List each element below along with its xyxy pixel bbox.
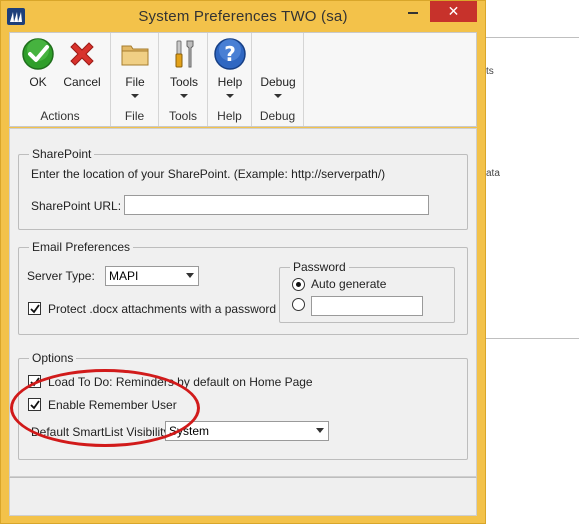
enable-remember-user-checkbox[interactable] bbox=[28, 398, 41, 411]
auto-generate-label: Auto generate bbox=[311, 277, 387, 291]
svg-text:?: ? bbox=[224, 42, 236, 66]
background-divider bbox=[485, 37, 579, 38]
server-type-select[interactable]: MAPI bbox=[105, 266, 199, 286]
server-type-label: Server Type: bbox=[27, 269, 95, 283]
ribbon-group-actions: OK Cancel Actions bbox=[10, 33, 111, 126]
debug-menu-button[interactable]: Debug bbox=[256, 37, 300, 98]
minimize-button[interactable] bbox=[399, 1, 427, 22]
load-todo-label: Load To Do: Reminders by default on Home… bbox=[48, 375, 313, 389]
tools-menu-button[interactable]: Tools bbox=[164, 37, 204, 98]
ribbon-group-label: File bbox=[124, 109, 145, 123]
options-legend: Options bbox=[29, 351, 77, 365]
email-preferences-legend: Email Preferences bbox=[29, 240, 134, 254]
debug-label: Debug bbox=[260, 75, 296, 89]
password-group: Password Auto generate bbox=[279, 260, 455, 323]
debug-icon bbox=[261, 37, 295, 71]
ok-check-icon bbox=[21, 37, 55, 71]
sharepoint-url-label: SharePoint URL: bbox=[31, 199, 122, 213]
background-text: ata bbox=[486, 168, 500, 179]
ok-label: OK bbox=[29, 75, 47, 89]
custom-password-input[interactable] bbox=[311, 296, 423, 316]
chevron-down-icon bbox=[186, 273, 194, 278]
file-menu-button[interactable]: File bbox=[116, 37, 154, 98]
preferences-content: SharePoint Enter the location of your Sh… bbox=[9, 128, 477, 477]
ribbon-group-debug: Debug Debug bbox=[252, 33, 304, 126]
smartlist-visibility-label: Default SmartList Visibility: bbox=[31, 425, 173, 439]
protect-docx-checkbox[interactable] bbox=[28, 302, 41, 315]
background-divider bbox=[485, 338, 579, 339]
help-icon: ? bbox=[213, 37, 247, 71]
ok-button[interactable]: OK bbox=[18, 37, 58, 89]
smartlist-visibility-value: System bbox=[169, 424, 210, 438]
sharepoint-group: SharePoint Enter the location of your Sh… bbox=[18, 147, 468, 230]
smartlist-visibility-select[interactable]: System bbox=[165, 421, 329, 441]
cancel-button[interactable]: Cancel bbox=[60, 37, 104, 89]
chevron-down-icon bbox=[274, 94, 282, 98]
ribbon-toolbar: OK Cancel Actions File File Tools Tools … bbox=[9, 32, 477, 127]
sharepoint-legend: SharePoint bbox=[29, 147, 95, 161]
checkmark-icon bbox=[30, 377, 40, 387]
load-todo-checkbox[interactable] bbox=[28, 375, 41, 388]
window-footer bbox=[9, 477, 477, 516]
ribbon-group-label: Tools bbox=[168, 109, 197, 123]
protect-docx-label: Protect .docx attachments with a passwor… bbox=[48, 302, 277, 316]
auto-generate-radio[interactable] bbox=[292, 278, 305, 291]
tools-label: Tools bbox=[169, 75, 198, 89]
checkmark-icon bbox=[30, 304, 40, 314]
tools-icon bbox=[167, 37, 201, 71]
chevron-down-icon bbox=[131, 94, 139, 98]
ribbon-group-file: File File bbox=[111, 33, 159, 126]
checkmark-icon bbox=[30, 400, 40, 410]
background-text: ts bbox=[486, 66, 494, 77]
chevron-down-icon bbox=[316, 428, 324, 433]
sharepoint-url-input[interactable] bbox=[124, 195, 429, 215]
enable-remember-user-label: Enable Remember User bbox=[48, 398, 177, 412]
options-group: Options Load To Do: Reminders by default… bbox=[18, 351, 468, 460]
server-type-value: MAPI bbox=[109, 269, 139, 283]
ribbon-group-tools: Tools Tools bbox=[159, 33, 208, 126]
ribbon-group-help: ? Help Help bbox=[208, 33, 252, 126]
password-legend: Password bbox=[290, 260, 349, 274]
background-window bbox=[485, 0, 579, 524]
help-menu-button[interactable]: ? Help bbox=[211, 37, 249, 98]
custom-password-radio[interactable] bbox=[292, 298, 305, 311]
chevron-down-icon bbox=[226, 94, 234, 98]
ribbon-group-label: Debug bbox=[259, 109, 296, 123]
ribbon-group-label: Actions bbox=[40, 109, 80, 123]
sharepoint-instruction: Enter the location of your SharePoint. (… bbox=[31, 167, 386, 181]
cancel-label: Cancel bbox=[63, 75, 101, 89]
close-button[interactable]: ✕ bbox=[430, 1, 477, 22]
file-label: File bbox=[125, 75, 145, 89]
help-label: Help bbox=[217, 75, 243, 89]
folder-icon bbox=[118, 37, 152, 71]
title-bar[interactable]: System Preferences TWO (sa) ✕ bbox=[1, 1, 485, 32]
system-preferences-window: System Preferences TWO (sa) ✕ OK Cancel … bbox=[0, 0, 486, 524]
email-preferences-group: Email Preferences Server Type: MAPI Prot… bbox=[18, 240, 468, 335]
chevron-down-icon bbox=[180, 94, 188, 98]
ribbon-group-label: Help bbox=[217, 109, 242, 123]
cancel-x-icon bbox=[65, 37, 99, 71]
